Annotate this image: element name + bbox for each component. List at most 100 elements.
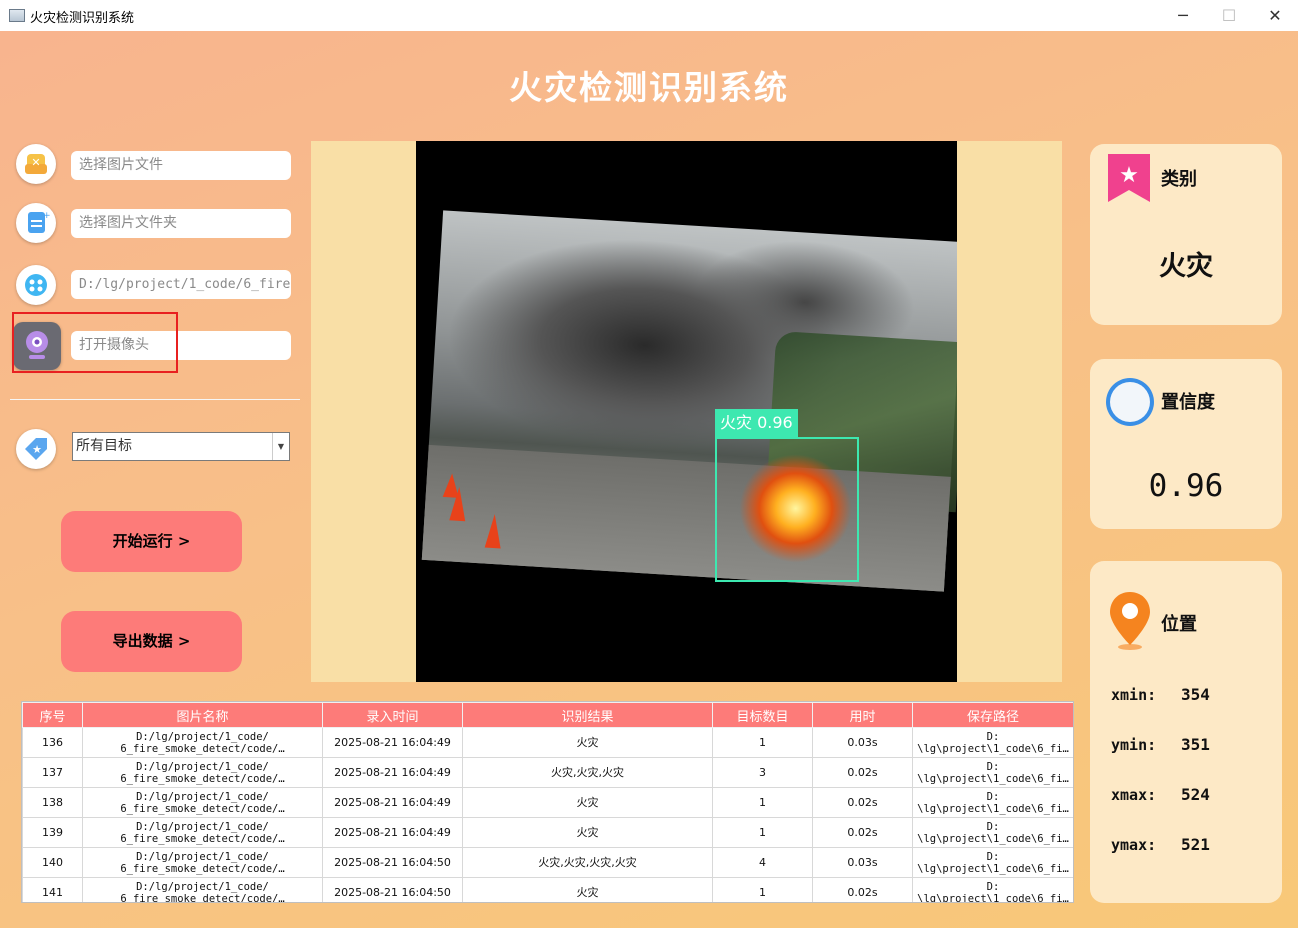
- svg-text:★: ★: [32, 443, 42, 456]
- table-cell-time: 2025-08-21 16:04:50: [322, 877, 463, 902]
- header-id[interactable]: 序号: [22, 702, 83, 728]
- table-cell-result: 火灾,火灾,火灾: [462, 757, 713, 788]
- folder-icon[interactable]: +: [16, 203, 56, 243]
- table-cell-time: 2025-08-21 16:04:49: [322, 787, 463, 818]
- svg-text:+: +: [43, 211, 51, 221]
- table-row[interactable]: 139 D:/lg/project/1_code/ 6_fire_smoke_de…: [22, 817, 1073, 848]
- xmin-value: 354: [1181, 685, 1210, 704]
- table-cell-duration: 0.03s: [812, 847, 913, 878]
- svg-text:★: ★: [1119, 163, 1139, 188]
- category-value: 火灾: [1159, 251, 1213, 282]
- ymax-label: ymax:: [1111, 836, 1157, 854]
- xmax-label: xmax:: [1111, 786, 1157, 804]
- table-cell-id: 137: [22, 757, 83, 788]
- table-cell-path: D: \lg\project\1_code\6_fi…: [912, 787, 1073, 818]
- position-card: 位置 xmin: 354 ymin: 351 xmax: 524 ymax: 521: [1090, 561, 1282, 903]
- divider: [10, 399, 300, 400]
- fire-photo: [421, 210, 957, 592]
- table-cell-id: 138: [22, 787, 83, 818]
- table-cell-name: D:/lg/project/1_code/ 6_fire_smoke_detec…: [82, 787, 323, 818]
- confidence-value: 0.96: [1148, 468, 1224, 504]
- ymin-value: 351: [1181, 735, 1210, 754]
- table-cell-result: 火灾: [462, 787, 713, 818]
- table-cell-count: 1: [712, 787, 813, 818]
- table-row[interactable]: 141 D:/lg/project/1_code/ 6_fire_smoke_de…: [22, 877, 1073, 902]
- header-count[interactable]: 目标数目: [712, 702, 813, 728]
- position-title: 位置: [1161, 614, 1197, 635]
- table-cell-name: D:/lg/project/1_code/ 6_fire_smoke_detec…: [82, 817, 323, 848]
- table-cell-result: 火灾: [462, 877, 713, 902]
- xmax-row: xmax: 524: [1111, 785, 1210, 804]
- main-window: 火灾检测识别系统 ✕ 选择图片文件 + 选择图片文件夹 D:/lg/projec…: [0, 31, 1298, 928]
- table-cell-count: 1: [712, 727, 813, 758]
- highlight-box: [12, 312, 178, 373]
- video-icon[interactable]: [16, 265, 56, 305]
- table-cell-path: D: \lg\project\1_code\6_fi…: [912, 877, 1073, 902]
- table-cell-result: 火灾,火灾,火灾,火灾: [462, 847, 713, 878]
- header-time[interactable]: 录入时间: [322, 702, 463, 728]
- table-cell-path: D: \lg\project\1_code\6_fi…: [912, 847, 1073, 878]
- chevron-down-icon[interactable]: ▼: [272, 433, 289, 460]
- run-button[interactable]: 开始运行 >: [61, 511, 242, 572]
- ymax-row: ymax: 521: [1111, 835, 1210, 854]
- table-cell-duration: 0.02s: [812, 787, 913, 818]
- table-cell-duration: 0.02s: [812, 877, 913, 902]
- category-title: 类别: [1161, 169, 1197, 190]
- table-cell-id: 139: [22, 817, 83, 848]
- target-select-value: 所有目标: [76, 438, 132, 454]
- traffic-cone: [442, 472, 461, 498]
- ymin-label: ymin:: [1111, 736, 1157, 754]
- table-row[interactable]: 137 D:/lg/project/1_code/ 6_fire_smoke_de…: [22, 757, 1073, 788]
- header-save-path[interactable]: 保存路径: [912, 702, 1073, 728]
- category-card: ★ 类别 火灾: [1090, 144, 1282, 325]
- image-folder-field[interactable]: 选择图片文件夹: [71, 209, 291, 238]
- table-cell-path: D: \lg\project\1_code\6_fi…: [912, 727, 1073, 758]
- table-row[interactable]: 138 D:/lg/project/1_code/ 6_fire_smoke_de…: [22, 787, 1073, 818]
- table-cell-duration: 0.02s: [812, 757, 913, 788]
- table-cell-count: 1: [712, 877, 813, 902]
- table-cell-time: 2025-08-21 16:04:49: [322, 757, 463, 788]
- window-titlebar: 火灾检测识别系统 ─ ☐ ✕: [0, 0, 1298, 32]
- table-cell-time: 2025-08-21 16:04:49: [322, 727, 463, 758]
- table-cell-count: 3: [712, 757, 813, 788]
- header-image-name[interactable]: 图片名称: [82, 702, 323, 728]
- image-display-area: 火灾 0.96: [311, 141, 1062, 682]
- video-path-field[interactable]: D:/lg/project/1_code/6_fire: [71, 270, 291, 299]
- table-header-row: 序号 图片名称 录入时间 识别结果 目标数目 用时 保存路径: [22, 702, 1073, 728]
- header-duration[interactable]: 用时: [812, 702, 913, 728]
- table-cell-duration: 0.02s: [812, 817, 913, 848]
- target-select[interactable]: 所有目标 ▼: [72, 432, 290, 461]
- table-cell-name: D:/lg/project/1_code/ 6_fire_smoke_detec…: [82, 757, 323, 788]
- app-icon: [9, 9, 25, 22]
- xmax-value: 524: [1181, 785, 1210, 804]
- location-pin-icon: [1110, 592, 1150, 650]
- close-button[interactable]: ✕: [1252, 0, 1298, 31]
- svg-text:✕: ✕: [31, 156, 40, 169]
- detection-label: 火灾 0.96: [715, 409, 798, 437]
- image-canvas: 火灾 0.96: [416, 141, 957, 682]
- export-button[interactable]: 导出数据 >: [61, 611, 242, 672]
- minimize-button[interactable]: ─: [1160, 0, 1206, 31]
- results-table[interactable]: 序号 图片名称 录入时间 识别结果 目标数目 用时 保存路径 136 D:/lg/…: [21, 701, 1074, 903]
- table-cell-name: D:/lg/project/1_code/ 6_fire_smoke_detec…: [82, 727, 323, 758]
- xmin-label: xmin:: [1111, 686, 1157, 704]
- window-title: 火灾检测识别系统: [30, 11, 135, 26]
- table-row[interactable]: 140 D:/lg/project/1_code/ 6_fire_smoke_de…: [22, 847, 1073, 878]
- maximize-button[interactable]: ☐: [1206, 0, 1252, 31]
- table-row[interactable]: 136 D:/lg/project/1_code/ 6_fire_smoke_de…: [22, 727, 1073, 758]
- table-cell-id: 141: [22, 877, 83, 902]
- table-cell-path: D: \lg\project\1_code\6_fi…: [912, 817, 1073, 848]
- ymin-row: ymin: 351: [1111, 735, 1210, 754]
- detection-box: [715, 437, 859, 582]
- table-cell-id: 136: [22, 727, 83, 758]
- confidence-card: 置信度 0.96: [1090, 359, 1282, 529]
- table-cell-count: 1: [712, 817, 813, 848]
- table-cell-result: 火灾: [462, 817, 713, 848]
- table-cell-path: D: \lg\project\1_code\6_fi…: [912, 757, 1073, 788]
- table-cell-result: 火灾: [462, 727, 713, 758]
- header-result[interactable]: 识别结果: [462, 702, 713, 728]
- image-file-icon[interactable]: ✕: [16, 144, 56, 184]
- image-file-field[interactable]: 选择图片文件: [71, 151, 291, 180]
- table-cell-name: D:/lg/project/1_code/ 6_fire_smoke_detec…: [82, 877, 323, 902]
- table-cell-count: 4: [712, 847, 813, 878]
